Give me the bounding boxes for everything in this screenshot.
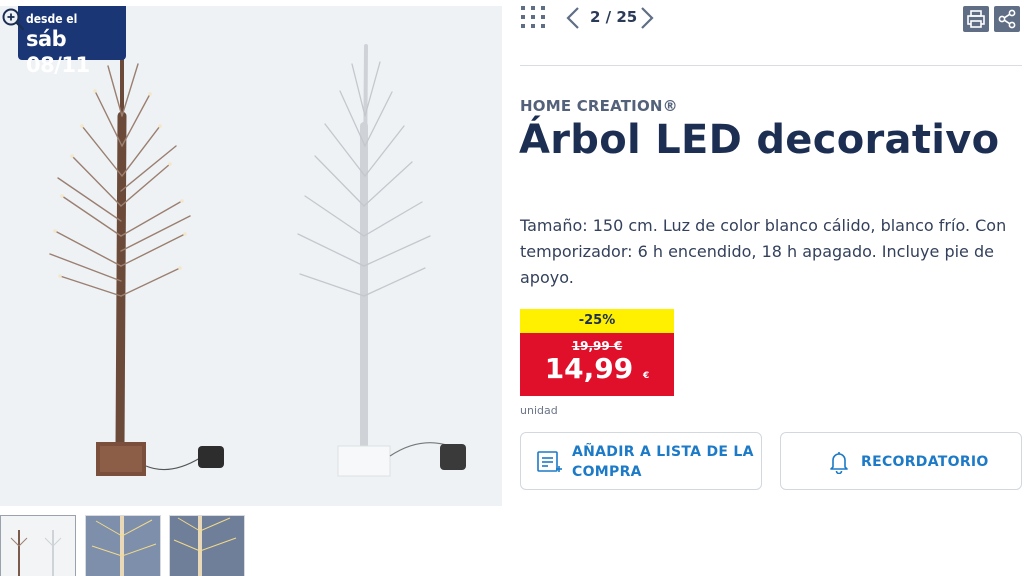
old-price: 19,99 € xyxy=(571,339,623,353)
bell-icon xyxy=(830,452,848,474)
chevron-left-icon[interactable] xyxy=(566,6,580,30)
thumbnail-2[interactable] xyxy=(85,515,161,576)
availability-badge: desde el sáb 08/11 xyxy=(18,6,126,77)
product-brand: HOME CREATION® xyxy=(520,97,678,115)
product-image[interactable]: desde el sáb 08/11 xyxy=(0,6,502,506)
badge-date: sáb 08/11 xyxy=(26,27,90,77)
image-pager: 2 / 25 xyxy=(590,8,638,26)
current-price: 14,99 € xyxy=(520,353,674,392)
add-to-list-label-line1: AÑADIR A LISTA DE LA xyxy=(572,444,754,460)
thumbnail-1[interactable] xyxy=(0,515,76,576)
grid-icon[interactable] xyxy=(520,4,546,30)
share-icon xyxy=(998,9,1016,29)
tree-illustration xyxy=(49,44,466,477)
divider xyxy=(520,65,1022,66)
thumbnail-3[interactable] xyxy=(169,515,245,576)
zoom-in-icon[interactable] xyxy=(0,6,26,32)
reminder-button[interactable]: RECORDATORIO xyxy=(780,432,1022,490)
print-icon xyxy=(967,10,985,28)
add-to-list-button[interactable]: AÑADIR A LISTA DE LA COMPRA xyxy=(520,432,762,490)
list-add-icon xyxy=(537,451,562,472)
price-box: -25% 19,99 € 14,99 € xyxy=(520,309,674,396)
currency-symbol: € xyxy=(643,371,650,381)
badge-from-label: desde el xyxy=(26,12,78,26)
add-to-list-label: AÑADIR A LISTA DE LA COMPRA xyxy=(572,442,754,482)
print-button[interactable] xyxy=(963,6,989,32)
discount-badge: -25% xyxy=(520,309,674,333)
reminder-label: RECORDATORIO xyxy=(861,454,989,470)
product-title: Árbol LED decorativo xyxy=(519,117,1000,163)
chevron-right-icon[interactable] xyxy=(640,6,654,30)
current-price-value: 14,99 xyxy=(544,352,634,385)
price-panel: 19,99 € 14,99 € xyxy=(520,333,674,396)
share-button[interactable] xyxy=(994,6,1020,32)
add-to-list-label-line2: COMPRA xyxy=(572,464,642,480)
product-description: Tamaño: 150 cm. Luz de color blanco cáli… xyxy=(520,216,1007,287)
product-toolbar: 2 / 25 xyxy=(520,0,1024,36)
price-unit: unidad xyxy=(520,404,558,417)
